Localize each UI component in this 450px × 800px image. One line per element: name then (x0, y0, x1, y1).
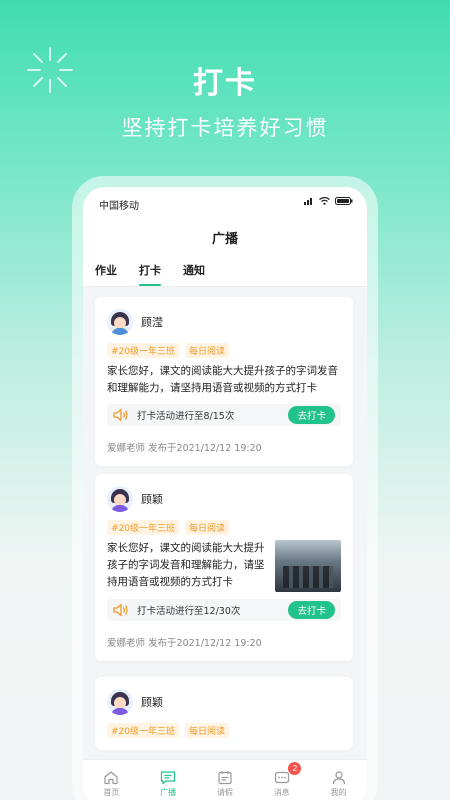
class-tag: #20级一年三班 (107, 723, 179, 738)
carrier-label: 中国移动 (99, 201, 139, 212)
nav-label: 广播 (160, 787, 177, 797)
nav-leave[interactable]: 请假 (197, 760, 254, 800)
category-tag: 每日阅读 (185, 343, 230, 358)
class-tag: #20级一年三班 (107, 343, 179, 358)
nav-label: 请假 (216, 787, 233, 797)
tab-bar: 作业 打卡 通知 (83, 259, 367, 287)
poster-name: 顾颖 (141, 696, 163, 709)
status-bar: 中国移动 (83, 187, 367, 221)
post-meta: 爱娜老师 发布于2021/12/12 19:20 (107, 638, 262, 649)
profile-icon (332, 770, 345, 784)
post-card[interactable]: 顾滢 #20级一年三班 每日阅读 家长您好，课文的阅读能大大提升孩子的字词发音和… (95, 297, 353, 466)
poster-name: 顾颖 (141, 493, 163, 506)
post-meta: 爱娜老师 发布于2021/12/12 19:20 (107, 443, 262, 454)
speaker-icon (113, 603, 128, 617)
activity-bar: 打卡活动进行至12/30次 去打卡 (107, 599, 341, 621)
bottom-nav: 首页 广播 请假 2 消息 我的 (83, 759, 367, 800)
checkin-button[interactable]: 去打卡 (288, 601, 335, 619)
leave-icon (218, 770, 232, 784)
nav-messages[interactable]: 2 消息 (253, 760, 310, 800)
post-content: 家长您好，课文的阅读能大大提升孩子的字词发音和理解能力，请坚持用语音或视频的方式… (107, 542, 265, 588)
checkin-button[interactable]: 去打卡 (288, 406, 335, 424)
message-icon (274, 771, 289, 783)
signal-icon (304, 198, 312, 205)
page-title: 广播 (83, 221, 367, 259)
category-tag: 每日阅读 (185, 520, 230, 535)
nav-profile[interactable]: 我的 (310, 760, 367, 800)
tab-checkin[interactable]: 打卡 (139, 259, 161, 286)
avatar (107, 486, 133, 512)
post-card[interactable]: 顾颖 #20级一年三班 每日阅读 家长您好，课文的阅读能大大提升孩子的字词发音和… (95, 474, 353, 661)
hero-subtitle: 坚持打卡培养好习惯 (121, 116, 329, 140)
nav-broadcast[interactable]: 广播 (140, 760, 197, 800)
tab-notice[interactable]: 通知 (183, 259, 205, 286)
broadcast-icon (161, 770, 176, 784)
tab-homework[interactable]: 作业 (95, 259, 117, 286)
nav-label: 首页 (103, 787, 120, 797)
nav-home[interactable]: 首页 (83, 760, 140, 800)
nav-label: 消息 (273, 787, 290, 797)
avatar (107, 689, 133, 715)
post-card[interactable]: 顾颖 #20级一年三班 每日阅读 (95, 677, 353, 750)
poster-name: 顾滢 (141, 316, 163, 329)
wifi-icon (319, 197, 330, 205)
speaker-icon (113, 408, 128, 422)
avatar (107, 309, 133, 335)
hero-title: 打卡 (193, 66, 257, 101)
unread-badge: 2 (288, 762, 302, 775)
class-tag: #20级一年三班 (107, 520, 179, 535)
activity-bar: 打卡活动进行至8/15次 去打卡 (107, 404, 341, 426)
battery-icon (335, 197, 353, 205)
phone-screen: 中国移动 广播 作业 打卡 通知 顾滢 #20级一年三班 每日阅读 家长您好，课… (83, 187, 367, 800)
home-icon (104, 770, 118, 784)
post-content: 家长您好，课文的阅读能大大提升孩子的字词发音和理解能力，请坚持用语音或视频的方式… (107, 365, 338, 394)
nav-label: 我的 (330, 787, 347, 797)
activity-progress: 打卡活动进行至12/30次 (137, 606, 241, 617)
category-tag: 每日阅读 (185, 723, 230, 738)
post-photo[interactable] (275, 540, 341, 592)
activity-progress: 打卡活动进行至8/15次 (137, 411, 235, 422)
